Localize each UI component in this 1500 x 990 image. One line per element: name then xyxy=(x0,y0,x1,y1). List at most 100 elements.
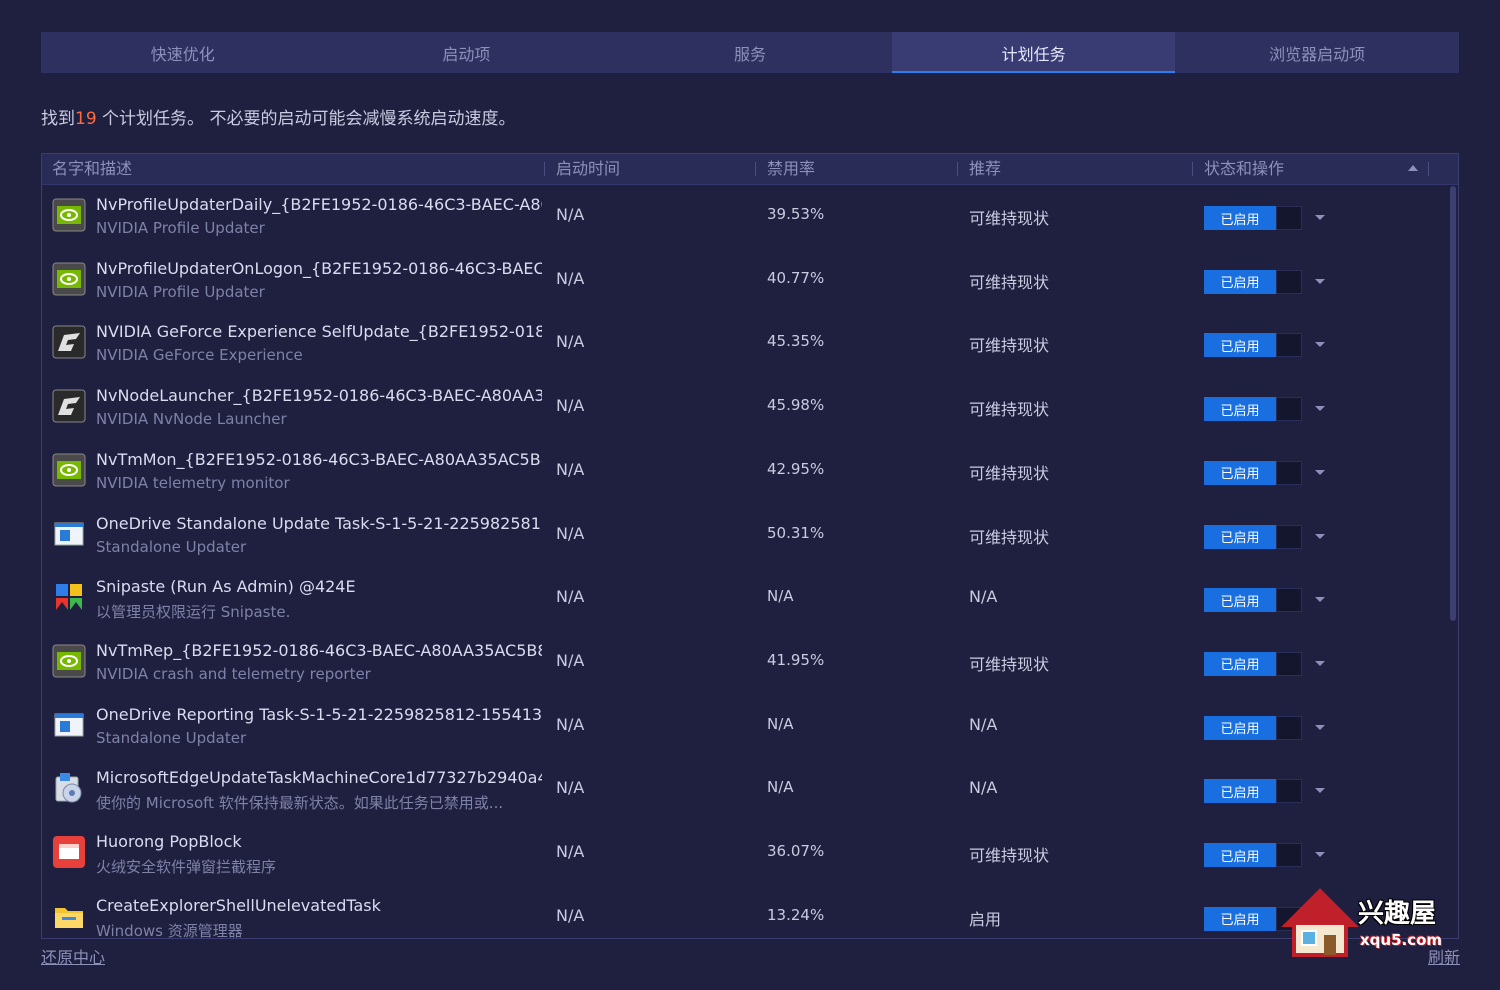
chevron-down-icon[interactable] xyxy=(1315,660,1325,666)
task-description: Standalone Updater xyxy=(96,728,247,747)
enabled-toggle[interactable]: 已启用 xyxy=(1204,206,1276,230)
start-time: N/A xyxy=(556,587,585,607)
table-row[interactable]: NVIDIA GeForce Experience SelfUpdate_{B2… xyxy=(42,312,1446,375)
toggle-track[interactable] xyxy=(1276,651,1302,676)
tab-scheduled-tasks[interactable]: 计划任务 xyxy=(891,32,1176,73)
tab-browser-startup[interactable]: 浏览器启动项 xyxy=(1175,32,1459,73)
geforce-icon xyxy=(52,325,86,359)
table-row[interactable]: NvTmMon_{B2FE1952-0186-46C3-BAEC-A80AA35… xyxy=(42,440,1446,503)
start-time: N/A xyxy=(556,714,585,734)
table-row[interactable]: NvNodeLauncher_{B2FE1952-0186-46C3-BAEC-… xyxy=(42,376,1446,439)
toggle-track[interactable] xyxy=(1276,715,1302,740)
task-count: 19 xyxy=(75,109,97,129)
chevron-down-icon[interactable] xyxy=(1315,533,1325,539)
disable-rate: 41.95% xyxy=(767,650,825,669)
enabled-toggle[interactable]: 已启用 xyxy=(1204,843,1276,867)
folder-icon xyxy=(52,899,86,933)
table-row[interactable]: OneDrive Reporting Task-S-1-5-21-2259825… xyxy=(42,695,1446,758)
toggle-track[interactable] xyxy=(1276,269,1302,294)
nvidia-icon xyxy=(52,644,86,678)
recommendation: 可维持现状 xyxy=(969,654,1050,674)
task-description: 使你的 Microsoft 软件保持最新状态。如果此任务已禁用或... xyxy=(96,794,504,813)
table-row[interactable]: NvTmRep_{B2FE1952-0186-46C3-BAEC-A80AA35… xyxy=(42,631,1446,694)
installer-icon xyxy=(52,771,86,805)
chevron-down-icon[interactable] xyxy=(1315,788,1325,794)
start-time: N/A xyxy=(556,905,585,925)
task-name: CreateExplorerShellUnelevatedTask xyxy=(96,895,381,915)
table-row[interactable]: Huorong PopBlock 火绒安全软件弹窗拦截程序 N/A 36.07% 可维持… xyxy=(42,822,1446,885)
table-row[interactable]: OneDrive Standalone Update Task-S-1-5-21… xyxy=(42,504,1446,567)
summary-prefix: 找到 xyxy=(41,109,75,129)
scrollbar[interactable] xyxy=(1450,186,1456,621)
toggle-track[interactable] xyxy=(1276,843,1302,867)
task-name: Huorong PopBlock xyxy=(96,832,242,851)
house-logo-icon xyxy=(1281,888,1359,957)
nvidia-icon xyxy=(52,262,86,296)
task-name: MicrosoftEdgeUpdateTaskMachineCore1d7732… xyxy=(96,768,542,788)
chevron-down-icon[interactable] xyxy=(1315,406,1325,412)
chevron-down-icon[interactable] xyxy=(1315,852,1325,857)
toggle-track[interactable] xyxy=(1276,397,1302,422)
start-time: N/A xyxy=(556,842,585,861)
chevron-down-icon[interactable] xyxy=(1315,724,1325,730)
recommendation: N/A xyxy=(969,587,998,607)
table-row[interactable]: NvProfileUpdaterDaily_{B2FE1952-0186-46C… xyxy=(42,185,1446,248)
toggle-track[interactable] xyxy=(1276,779,1302,804)
table-row[interactable]: CreateExplorerShellUnelevatedTask Windows… xyxy=(42,886,1446,938)
header-name[interactable]: 名字和描述 xyxy=(52,154,132,184)
task-description: NVIDIA NvNode Launcher xyxy=(96,410,287,429)
toggle-track[interactable] xyxy=(1276,460,1302,485)
table-row[interactable]: NvProfileUpdaterOnLogon_{B2FE1952-0186-4… xyxy=(42,249,1446,312)
popblock-icon xyxy=(52,835,86,869)
task-name: NvTmRep_{B2FE1952-0186-46C3-BAEC-A80AA35… xyxy=(96,640,542,660)
header-separator xyxy=(957,162,958,176)
enabled-toggle[interactable]: 已启用 xyxy=(1204,651,1276,676)
chevron-down-icon[interactable] xyxy=(1315,215,1325,220)
recommendation: N/A xyxy=(969,778,998,798)
enabled-toggle[interactable]: 已启用 xyxy=(1204,397,1276,422)
start-time: N/A xyxy=(556,332,585,352)
header-status[interactable]: 状态和操作 xyxy=(1204,154,1284,184)
enabled-toggle[interactable]: 已启用 xyxy=(1204,715,1276,740)
tab-startup-items[interactable]: 启动项 xyxy=(325,32,609,73)
recommendation: 可维持现状 xyxy=(969,209,1050,228)
task-name: NvTmMon_{B2FE1952-0186-46C3-BAEC-A80AA35… xyxy=(96,449,542,469)
disable-rate: N/A xyxy=(767,714,794,733)
toggle-track[interactable] xyxy=(1276,333,1302,358)
task-description: 以管理员权限运行 Snipaste. xyxy=(96,603,291,622)
enabled-toggle[interactable]: 已启用 xyxy=(1204,588,1276,613)
tab-quick-optimize[interactable]: 快速优化 xyxy=(41,32,325,73)
header-disable-rate[interactable]: 禁用率 xyxy=(767,154,815,184)
restore-center-link[interactable]: 还原中心 xyxy=(41,944,105,968)
toggle-track[interactable] xyxy=(1276,524,1302,549)
header-start-time[interactable]: 启动时间 xyxy=(556,154,620,184)
summary-suffix: 个计划任务。 不必要的启动可能会减慢系统启动速度。 xyxy=(96,109,516,129)
nvidia-icon xyxy=(52,453,86,487)
table-row[interactable]: Snipaste (Run As Admin) @424E 以管理员权限运行 Sn… xyxy=(42,567,1446,630)
enabled-toggle[interactable]: 已启用 xyxy=(1204,460,1276,485)
toggle-track[interactable] xyxy=(1276,206,1302,230)
sort-up-icon[interactable] xyxy=(1408,165,1418,171)
enabled-toggle[interactable]: 已启用 xyxy=(1204,333,1276,358)
task-description: Standalone Updater xyxy=(96,537,247,556)
start-time: N/A xyxy=(556,459,585,479)
disable-rate: N/A xyxy=(767,778,794,797)
summary-text: 找到19 个计划任务。 不必要的启动可能会减慢系统启动速度。 xyxy=(41,104,515,129)
enabled-toggle[interactable]: 已启用 xyxy=(1204,779,1276,804)
table-row[interactable]: MicrosoftEdgeUpdateTaskMachineCore1d7732… xyxy=(42,758,1446,821)
watermark-title: 兴趣屋 xyxy=(1358,899,1437,929)
header-recommend[interactable]: 推荐 xyxy=(969,154,1001,184)
enabled-toggle[interactable]: 已启用 xyxy=(1204,269,1276,294)
chevron-down-icon[interactable] xyxy=(1315,469,1325,475)
tab-services[interactable]: 服务 xyxy=(608,32,892,73)
enabled-toggle[interactable]: 已启用 xyxy=(1204,524,1276,549)
chevron-down-icon[interactable] xyxy=(1315,342,1325,348)
enabled-toggle[interactable]: 已启用 xyxy=(1204,906,1276,931)
recommendation: 可维持现状 xyxy=(969,527,1050,547)
tab-bar: 快速优化 启动项 服务 计划任务 浏览器启动项 xyxy=(41,32,1459,73)
disable-rate: 45.35% xyxy=(767,332,825,351)
chevron-down-icon[interactable] xyxy=(1315,278,1325,284)
toggle-track[interactable] xyxy=(1276,588,1302,613)
chevron-down-icon[interactable] xyxy=(1315,597,1325,603)
recommendation: 可维持现状 xyxy=(969,400,1050,420)
